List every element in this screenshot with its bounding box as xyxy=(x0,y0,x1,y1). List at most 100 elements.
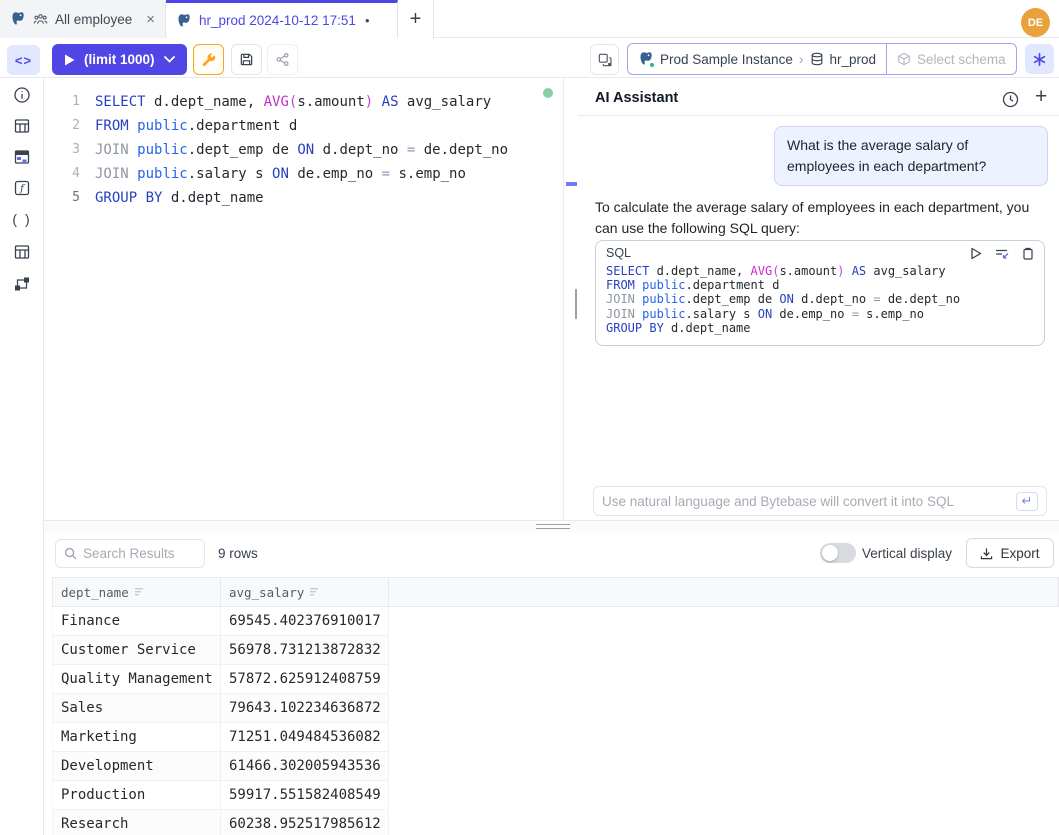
format-sql-button[interactable] xyxy=(193,44,224,75)
sidebar-item-data[interactable] xyxy=(12,147,32,167)
table-cell[interactable]: 79643.102234636872 xyxy=(221,694,389,722)
colored-table-icon xyxy=(13,148,31,166)
table-cell[interactable]: 56978.731213872832 xyxy=(221,636,389,664)
play-icon xyxy=(64,54,75,66)
table-cell[interactable]: 61466.302005943536 xyxy=(221,752,389,780)
table-row[interactable]: Marketing71251.049484536082 xyxy=(52,723,388,752)
column-header-dept_name[interactable]: dept_name xyxy=(53,578,221,606)
table-cell[interactable]: Quality Management xyxy=(53,665,221,693)
table-cell[interactable]: 60238.952517985612 xyxy=(221,810,389,835)
table-cell[interactable]: 71251.049484536082 xyxy=(221,723,389,751)
table-cell[interactable]: 59917.551582408549 xyxy=(221,781,389,809)
table-cell[interactable]: Research xyxy=(53,810,221,835)
batch-query-button[interactable] xyxy=(590,44,619,75)
sidebar-item-functions[interactable]: f xyxy=(12,178,32,198)
grid-header-row: dept_name avg_salary xyxy=(52,577,1059,607)
tab-bar: All employee × hr_prod 2024-10-12 17:51 … xyxy=(0,0,1059,38)
vertical-display-toggle[interactable] xyxy=(820,543,856,563)
sidebar-item-procedures[interactable]: ( ) xyxy=(12,209,32,229)
avatar[interactable]: DE xyxy=(1021,8,1050,37)
history-clock-icon[interactable] xyxy=(1002,91,1019,108)
sidebar-item-tables[interactable] xyxy=(12,116,32,136)
table-row[interactable]: Quality Management57872.625912408759 xyxy=(52,665,388,694)
share-button[interactable] xyxy=(267,44,298,75)
drag-handle xyxy=(536,524,570,525)
table-row[interactable]: Production59917.551582408549 xyxy=(52,781,388,810)
column-header-label: avg_salary xyxy=(229,585,304,600)
table-row[interactable]: Sales79643.102234636872 xyxy=(52,694,388,723)
line-number: 4 xyxy=(44,162,80,186)
chevron-down-icon xyxy=(164,56,175,63)
table-cell[interactable]: Finance xyxy=(53,607,221,635)
code-line[interactable]: 2FROM public.department d xyxy=(44,114,578,138)
code-line[interactable]: 4JOIN public.salary s ON de.emp_no = s.e… xyxy=(44,162,578,186)
ai-assistant-panel: AI Assistant + What is the average salar… xyxy=(578,78,1059,520)
share-icon xyxy=(275,52,290,67)
schema-selector[interactable]: Select schema xyxy=(886,44,1016,74)
enter-key-icon[interactable]: ↵ xyxy=(1016,492,1038,511)
sort-icon[interactable] xyxy=(310,587,320,597)
download-icon xyxy=(980,547,993,560)
insert-code-icon[interactable] xyxy=(995,247,1009,260)
code-line[interactable]: 3JOIN public.dept_emp de ON d.dept_no = … xyxy=(44,138,578,162)
table-cell[interactable]: Production xyxy=(53,781,221,809)
panel-resize-handle[interactable] xyxy=(575,289,577,319)
table-row[interactable]: Customer Service56978.731213872832 xyxy=(52,636,388,665)
results-grid: dept_name avg_salary Finance69545.4023769… xyxy=(52,577,1059,835)
export-button[interactable]: Export xyxy=(966,538,1054,568)
close-icon[interactable]: × xyxy=(146,12,155,27)
run-code-icon[interactable] xyxy=(970,247,982,260)
column-header-empty xyxy=(389,578,1058,606)
instance-name: Prod Sample Instance xyxy=(660,52,793,67)
svg-text:f: f xyxy=(19,184,26,195)
new-chat-button[interactable]: + xyxy=(1035,85,1047,109)
code-line[interactable]: 1SELECT d.dept_name, AVG(s.amount) AS av… xyxy=(44,90,578,114)
table-cell[interactable]: Customer Service xyxy=(53,636,221,664)
ai-prompt-input[interactable] xyxy=(602,494,1016,509)
database-selector[interactable]: Prod Sample Instance › hr_prod xyxy=(628,44,886,74)
openai-icon xyxy=(1032,52,1047,67)
results-panel: 9 rows Vertical display Export dept_name… xyxy=(44,533,1059,835)
column-header-label: dept_name xyxy=(61,585,129,600)
table-row[interactable]: Research60238.952517985612 xyxy=(52,810,388,835)
table-cell[interactable]: 57872.625912408759 xyxy=(221,665,389,693)
results-resize-divider[interactable] xyxy=(44,520,1059,533)
run-label: (limit 1000) xyxy=(84,52,155,67)
column-header-avg_salary[interactable]: avg_salary xyxy=(221,578,389,606)
table-cell[interactable]: 69545.402376910017 xyxy=(221,607,389,635)
sidebar-rail: f ( ) xyxy=(0,78,44,835)
run-query-button[interactable]: (limit 1000) xyxy=(52,44,187,75)
ai-input-box: ↵ xyxy=(593,486,1047,516)
search-icon xyxy=(64,547,77,560)
tab-label: hr_prod 2024-10-12 17:51 xyxy=(199,13,356,28)
sort-icon[interactable] xyxy=(135,587,145,597)
code-line: SELECT d.dept_name, AVG(s.amount) AS avg… xyxy=(606,264,1034,278)
postgres-icon xyxy=(10,11,26,27)
code-mode-button[interactable]: <> xyxy=(7,45,40,75)
sql-editor[interactable]: 1SELECT d.dept_name, AVG(s.amount) AS av… xyxy=(44,78,578,520)
sidebar-item-schema-diagram[interactable] xyxy=(12,274,32,294)
line-number: 1 xyxy=(44,90,80,114)
table-row[interactable]: Finance69545.402376910017 xyxy=(52,607,388,636)
table-row[interactable]: Development61466.302005943536 xyxy=(52,752,388,781)
table-cell[interactable]: Marketing xyxy=(53,723,221,751)
sidebar-item-info[interactable] xyxy=(12,85,32,105)
save-button[interactable] xyxy=(231,44,262,75)
code-line[interactable]: 5GROUP BY d.dept_name xyxy=(44,186,578,210)
tab-hr-prod-active[interactable]: hr_prod 2024-10-12 17:51 ● xyxy=(166,0,398,38)
tab-all-employee[interactable]: All employee × xyxy=(0,0,166,38)
new-tab-button[interactable]: + xyxy=(398,0,434,38)
table-icon xyxy=(13,117,31,135)
table-cell[interactable]: Sales xyxy=(53,694,221,722)
people-icon xyxy=(33,12,48,27)
search-results-input[interactable] xyxy=(83,546,196,561)
copy-icon[interactable] xyxy=(1022,247,1034,260)
assistant-answer-text: To calculate the average salary of emplo… xyxy=(595,197,1049,239)
breadcrumb-chevron: › xyxy=(799,51,804,67)
table-cell[interactable]: Development xyxy=(53,752,221,780)
grid-body: Finance69545.402376910017Customer Servic… xyxy=(52,607,1059,835)
code-line: JOIN public.salary s ON de.emp_no = s.em… xyxy=(606,307,1034,321)
ai-assistant-toggle-button[interactable] xyxy=(1025,44,1054,74)
sidebar-item-external-tables[interactable] xyxy=(12,242,32,262)
schema-diagram-icon xyxy=(13,275,31,293)
